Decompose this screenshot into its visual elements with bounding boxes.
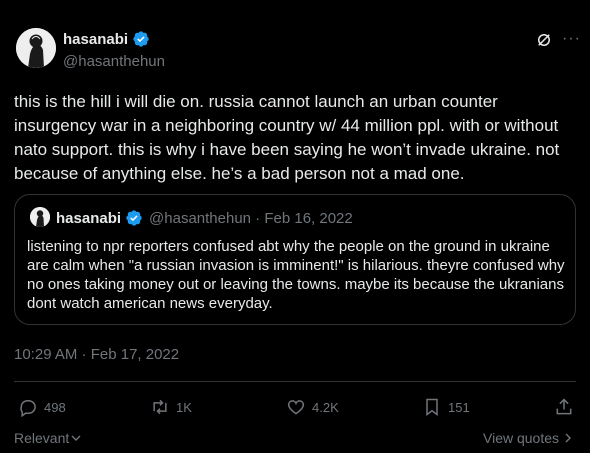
quoted-meta: @hasanthehun · Feb 16, 2022 [149, 209, 353, 227]
verified-badge-icon [126, 210, 142, 226]
quoted-header: hasanabi @hasanthehun · Feb 16, 2022 [56, 209, 353, 227]
view-quotes-label: View quotes [483, 430, 560, 446]
timestamp[interactable]: 10:29 AM · Feb 17, 2022 [14, 346, 179, 363]
like-count: 4.2K [312, 399, 339, 415]
heart-icon [287, 400, 305, 415]
reply-icon [20, 400, 36, 417]
bookmark-button[interactable]: 151 [422, 397, 470, 417]
grok-icon[interactable] [535, 31, 553, 49]
quoted-author-name: hasanabi [56, 209, 122, 227]
verified-badge-icon [133, 31, 149, 47]
chevron-right-icon [565, 433, 572, 443]
repost-count: 1K [176, 399, 192, 415]
relevant-sort-button[interactable]: Relevant [14, 430, 81, 446]
like-button[interactable]: 4.2K [286, 397, 339, 417]
quoted-text: listening to npr reporters confused abt … [27, 238, 565, 312]
repost-icon [153, 399, 167, 415]
quoted-avatar [30, 207, 50, 227]
author-name-row[interactable]: hasanabi [63, 30, 150, 48]
chevron-down-icon [71, 435, 81, 441]
author-name[interactable]: hasanabi [63, 31, 128, 48]
share-button[interactable] [554, 397, 574, 417]
relevant-label: Relevant [14, 430, 70, 446]
author-handle[interactable]: @hasanthehun [63, 53, 165, 70]
view-quotes-link[interactable]: View quotes [483, 430, 573, 446]
reply-count: 498 [44, 399, 66, 415]
divider [14, 381, 576, 382]
avatar[interactable] [16, 28, 56, 68]
reply-button[interactable]: 498 [18, 397, 66, 417]
repost-button[interactable]: 1K [150, 397, 192, 417]
tweet-text: this is the hill i will die on. russia c… [14, 92, 560, 183]
more-options-icon[interactable]: ··· [562, 30, 581, 48]
bookmark-count: 151 [448, 399, 470, 415]
share-icon [556, 398, 572, 415]
bookmark-icon [426, 398, 438, 416]
